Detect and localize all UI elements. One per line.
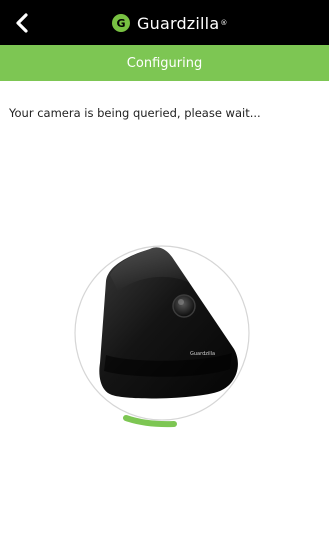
status-bar: Configuring	[0, 45, 329, 81]
top-navigation-bar: G Guardzilla ®	[0, 0, 329, 45]
back-button[interactable]	[6, 8, 38, 38]
chevron-left-icon	[16, 13, 28, 33]
camera-device-image: Guardzilla	[99, 247, 238, 399]
brand-logo-letter: G	[116, 16, 126, 30]
camera-brand-label: Guardzilla	[190, 351, 215, 357]
brand: G Guardzilla ®	[112, 10, 227, 36]
camera-lens	[172, 294, 196, 318]
guardzilla-logo-icon: G	[112, 14, 130, 32]
registered-mark: ®	[220, 19, 228, 27]
brand-name: Guardzilla	[137, 13, 220, 33]
app-screen: G Guardzilla ® Configuring Your camera i…	[0, 0, 329, 554]
camera-progress-illustration: Guardzilla	[74, 245, 250, 428]
page-title: Configuring	[126, 55, 203, 71]
status-message: Your camera is being queried, please wai…	[9, 106, 261, 120]
